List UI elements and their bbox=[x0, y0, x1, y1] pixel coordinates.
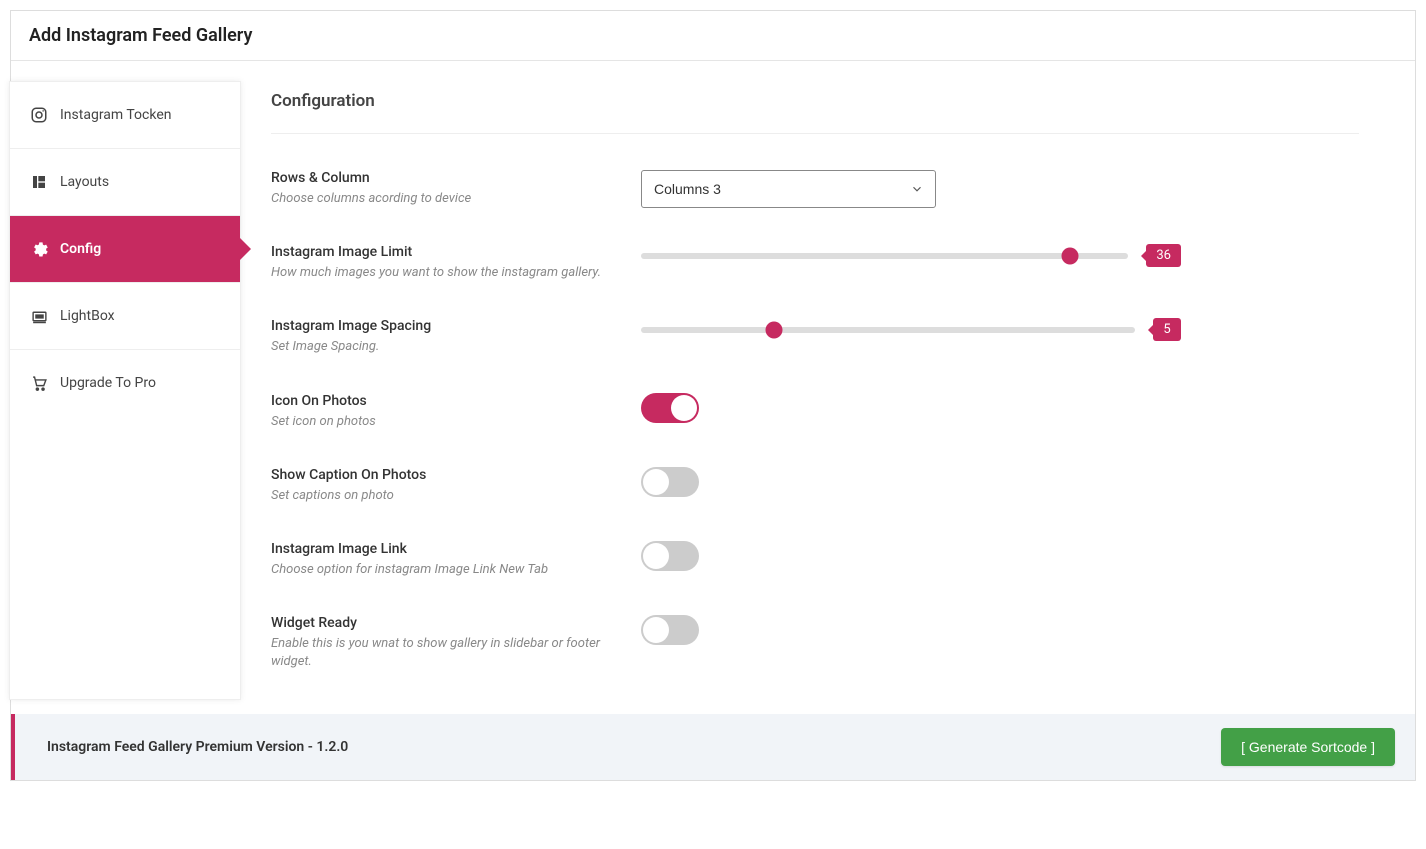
field-columns: Rows & Column Choose columns acording to… bbox=[271, 152, 1359, 226]
field-show-caption: Show Caption On Photos Set captions on p… bbox=[271, 449, 1359, 523]
lightbox-icon bbox=[30, 307, 48, 325]
image-limit-slider[interactable] bbox=[641, 253, 1128, 259]
field-label: Rows & Column bbox=[271, 170, 611, 186]
field-image-limit: Instagram Image Limit How much images yo… bbox=[271, 226, 1359, 300]
field-label: Instagram Image Limit bbox=[271, 244, 611, 260]
panel-header: Add Instagram Feed Gallery bbox=[11, 11, 1415, 61]
widget-ready-toggle[interactable] bbox=[641, 615, 699, 645]
sidebar-item-lightbox[interactable]: LightBox bbox=[10, 283, 240, 350]
sidebar-item-upgrade[interactable]: Upgrade To Pro bbox=[10, 350, 240, 416]
field-image-link: Instagram Image Link Choose option for i… bbox=[271, 523, 1359, 597]
field-image-spacing: Instagram Image Spacing Set Image Spacin… bbox=[271, 300, 1359, 374]
image-spacing-slider[interactable] bbox=[641, 327, 1135, 333]
field-desc: Choose columns acording to device bbox=[271, 190, 611, 208]
field-label: Show Caption On Photos bbox=[271, 467, 611, 483]
field-desc: Set Image Spacing. bbox=[271, 338, 611, 356]
field-label: Widget Ready bbox=[271, 615, 611, 631]
sidebar-item-instagram-token[interactable]: Instagram Tocken bbox=[10, 82, 240, 149]
field-label: Instagram Image Link bbox=[271, 541, 611, 557]
sidebar-item-label: Instagram Tocken bbox=[60, 107, 172, 123]
generate-shortcode-button[interactable]: [ Generate Sortcode ] bbox=[1221, 728, 1395, 766]
icon-on-photos-toggle[interactable] bbox=[641, 393, 699, 423]
sidebar-item-config[interactable]: Config bbox=[10, 216, 240, 283]
columns-select[interactable]: Columns 3 bbox=[641, 170, 936, 208]
footer-bar: Instagram Feed Gallery Premium Version -… bbox=[11, 714, 1415, 780]
content-area: Configuration Rows & Column Choose colum… bbox=[241, 81, 1415, 700]
field-label: Icon On Photos bbox=[271, 393, 611, 409]
slider-thumb[interactable] bbox=[766, 321, 783, 338]
image-spacing-value: 5 bbox=[1153, 318, 1181, 341]
sidebar-item-label: Layouts bbox=[60, 174, 109, 190]
sidebar-item-label: LightBox bbox=[60, 308, 115, 324]
image-limit-value: 36 bbox=[1146, 244, 1181, 267]
main-panel: Add Instagram Feed Gallery Instagram Toc… bbox=[10, 10, 1416, 781]
field-desc: Set captions on photo bbox=[271, 487, 611, 505]
field-desc: How much images you want to show the ins… bbox=[271, 264, 611, 282]
sidebar-item-label: Config bbox=[60, 241, 101, 257]
footer-text: Instagram Feed Gallery Premium Version -… bbox=[47, 739, 348, 755]
sidebar-item-label: Upgrade To Pro bbox=[60, 375, 156, 391]
field-widget-ready: Widget Ready Enable this is you wnat to … bbox=[271, 597, 1359, 689]
field-desc: Set icon on photos bbox=[271, 413, 611, 431]
layouts-icon bbox=[30, 173, 48, 191]
field-desc: Enable this is you wnat to show gallery … bbox=[271, 635, 611, 671]
page-title: Add Instagram Feed Gallery bbox=[29, 25, 1397, 46]
field-label: Instagram Image Spacing bbox=[271, 318, 611, 334]
section-title: Configuration bbox=[271, 91, 1359, 134]
field-icon-on-photos: Icon On Photos Set icon on photos bbox=[271, 375, 1359, 449]
sidebar-item-layouts[interactable]: Layouts bbox=[10, 149, 240, 216]
cart-icon bbox=[30, 374, 48, 392]
field-desc: Choose option for instagram Image Link N… bbox=[271, 561, 611, 579]
show-caption-toggle[interactable] bbox=[641, 467, 699, 497]
sidebar: Instagram Tocken Layouts bbox=[9, 81, 241, 700]
image-link-toggle[interactable] bbox=[641, 541, 699, 571]
slider-thumb[interactable] bbox=[1061, 247, 1078, 264]
instagram-icon bbox=[30, 106, 48, 124]
gear-icon bbox=[30, 240, 48, 258]
